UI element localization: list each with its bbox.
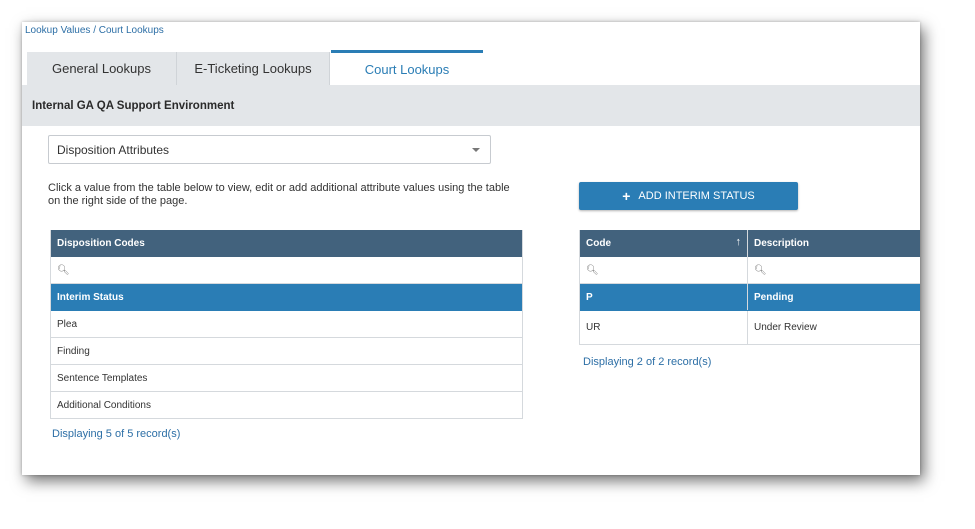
table-header: Code ↑ Description bbox=[580, 230, 920, 257]
row-label: Interim Status bbox=[57, 291, 124, 303]
code-filter-input[interactable]: 🔍︎ bbox=[580, 257, 748, 283]
row-label: Sentence Templates bbox=[57, 372, 148, 384]
column-header-code[interactable]: Code ↑ bbox=[580, 230, 748, 257]
tab-e-ticketing-lookups[interactable]: E-Ticketing Lookups bbox=[177, 52, 330, 85]
add-interim-status-label: ADD INTERIM STATUS bbox=[638, 190, 755, 202]
table-row[interactable]: UR Under Review bbox=[580, 311, 920, 345]
search-icon: 🔍︎ bbox=[754, 264, 767, 276]
left-record-count: Displaying 5 of 5 record(s) bbox=[52, 428, 181, 440]
sort-ascending-icon[interactable]: ↑ bbox=[736, 236, 742, 248]
table-row[interactable]: Interim Status bbox=[51, 284, 522, 311]
row-description: Under Review bbox=[754, 322, 817, 333]
instructions-text: Click a value from the table below to vi… bbox=[48, 182, 510, 207]
search-icon: 🔍︎ bbox=[586, 264, 599, 276]
plus-icon: + bbox=[622, 188, 631, 204]
table-row[interactable]: P Pending bbox=[580, 284, 920, 311]
right-record-count: Displaying 2 of 2 record(s) bbox=[583, 356, 712, 368]
disposition-codes-table: Disposition Codes 🔍︎ Interim Status Plea… bbox=[50, 230, 523, 419]
description-filter-input[interactable]: 🔍︎ bbox=[748, 257, 920, 283]
app-window: Lookup Values / Court Lookups General Lo… bbox=[22, 22, 920, 475]
filter-row[interactable]: 🔍︎ bbox=[51, 257, 522, 284]
table-header[interactable]: Disposition Codes bbox=[51, 230, 522, 257]
tab-court-lookups[interactable]: Court Lookups bbox=[331, 50, 483, 85]
row-code: P bbox=[580, 284, 748, 310]
tab-bar: General Lookups E-Ticketing Lookups Cour… bbox=[22, 50, 920, 85]
table-row[interactable]: Finding bbox=[51, 338, 522, 365]
row-label: Additional Conditions bbox=[57, 399, 151, 411]
row-description: Pending bbox=[754, 291, 794, 303]
caret-down-icon bbox=[472, 148, 480, 152]
tab-general-lookups[interactable]: General Lookups bbox=[27, 52, 177, 85]
row-code: UR bbox=[580, 311, 748, 344]
add-interim-status-button[interactable]: + ADD INTERIM STATUS bbox=[579, 182, 798, 210]
column-header-disposition-codes: Disposition Codes bbox=[57, 238, 145, 249]
table-row[interactable]: Plea bbox=[51, 311, 522, 338]
row-label: Finding bbox=[57, 345, 90, 357]
search-icon: 🔍︎ bbox=[57, 264, 70, 276]
filter-input[interactable]: 🔍︎ bbox=[51, 257, 70, 283]
column-header-description[interactable]: Description bbox=[748, 230, 920, 257]
column-header-code-label: Code bbox=[586, 238, 611, 249]
breadcrumb[interactable]: Lookup Values / Court Lookups bbox=[25, 25, 164, 36]
environment-label: Internal GA QA Support Environment bbox=[32, 99, 235, 112]
attribute-select-value: Disposition Attributes bbox=[57, 142, 170, 157]
table-row[interactable]: Sentence Templates bbox=[51, 365, 522, 392]
table-row[interactable]: Additional Conditions bbox=[51, 392, 522, 419]
environment-banner: Internal GA QA Support Environment bbox=[22, 85, 920, 126]
row-label: Plea bbox=[57, 318, 78, 330]
attribute-select[interactable]: Disposition Attributes bbox=[48, 135, 491, 164]
filter-row: 🔍︎ 🔍︎ bbox=[580, 257, 920, 284]
interim-status-table: Code ↑ Description 🔍︎ 🔍︎ P Pending UR Un… bbox=[579, 230, 920, 345]
